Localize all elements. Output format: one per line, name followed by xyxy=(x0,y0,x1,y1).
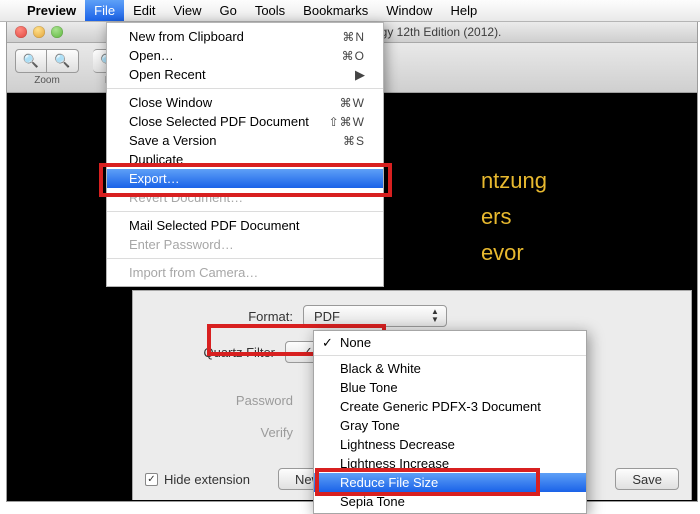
filter-option[interactable]: Create Generic PDFX-3 Document xyxy=(314,397,586,416)
magnifier-minus-icon: 🔍 xyxy=(23,53,39,69)
filter-option[interactable]: Reduce File Size xyxy=(314,473,586,492)
magnifier-plus-icon: 🔍 xyxy=(54,53,70,69)
hide-extension-label: Hide extension xyxy=(164,472,250,487)
filter-option[interactable]: Lightness Decrease xyxy=(314,435,586,454)
menu-go[interactable]: Go xyxy=(210,0,245,21)
app-name[interactable]: Preview xyxy=(18,0,85,21)
menu-item[interactable]: Export… xyxy=(107,169,383,188)
format-label: Format: xyxy=(133,309,303,324)
zoom-out-button[interactable]: 🔍 xyxy=(15,49,47,73)
password-label: Password xyxy=(133,393,303,408)
format-popup[interactable]: PDF ▲▼ xyxy=(303,305,447,327)
menu-item[interactable]: Duplicate xyxy=(107,150,383,169)
updown-icon: ▲▼ xyxy=(428,308,442,326)
menu-view[interactable]: View xyxy=(165,0,211,21)
filter-option[interactable]: Blue Tone xyxy=(314,378,586,397)
menu-file[interactable]: File xyxy=(85,0,124,21)
menu-item[interactable]: Close Selected PDF Document⇧⌘W xyxy=(107,112,383,131)
menu-item: Enter Password… xyxy=(107,235,383,254)
book-text: ntzung ers evor xyxy=(481,163,547,271)
filter-option[interactable]: Lightness Increase xyxy=(314,454,586,473)
menu-item[interactable]: Open…⌘O xyxy=(107,46,383,65)
submenu-arrow-icon: ▶ xyxy=(355,67,365,83)
menu-item: Revert Document… xyxy=(107,188,383,207)
menu-item[interactable]: New from Clipboard⌘N xyxy=(107,27,383,46)
menu-edit[interactable]: Edit xyxy=(124,0,164,21)
menu-item[interactable]: Save a Version⌘S xyxy=(107,131,383,150)
menu-bar: Preview File Edit View Go Tools Bookmark… xyxy=(0,0,700,22)
filter-option[interactable]: Black & White xyxy=(314,359,586,378)
filter-option[interactable]: Gray Tone xyxy=(314,416,586,435)
close-icon[interactable] xyxy=(15,26,27,38)
save-button[interactable]: Save xyxy=(615,468,679,490)
verify-label: Verify xyxy=(133,425,303,440)
menu-help[interactable]: Help xyxy=(441,0,486,21)
menu-bookmarks[interactable]: Bookmarks xyxy=(294,0,377,21)
zoom-window-icon[interactable] xyxy=(51,26,63,38)
minimize-icon[interactable] xyxy=(33,26,45,38)
menu-item[interactable]: Open Recent▶ xyxy=(107,65,383,84)
hide-extension-checkbox[interactable]: ✓ xyxy=(145,473,158,486)
filter-option[interactable]: None xyxy=(314,333,586,352)
zoom-label: Zoom xyxy=(34,75,60,86)
quartz-filter-menu[interactable]: None Black & WhiteBlue ToneCreate Generic… xyxy=(313,330,587,514)
filter-option[interactable]: Sepia Tone xyxy=(314,492,586,511)
file-menu-dropdown[interactable]: New from Clipboard⌘NOpen…⌘OOpen Recent▶ C… xyxy=(106,22,384,287)
zoom-in-button[interactable]: 🔍 xyxy=(47,49,79,73)
menu-item: Import from Camera… xyxy=(107,263,383,282)
menu-window[interactable]: Window xyxy=(377,0,441,21)
menu-tools[interactable]: Tools xyxy=(246,0,294,21)
menu-item[interactable]: Close Window⌘W xyxy=(107,93,383,112)
menu-item[interactable]: Mail Selected PDF Document xyxy=(107,216,383,235)
quartz-filter-label: Quartz Filter xyxy=(133,345,285,360)
